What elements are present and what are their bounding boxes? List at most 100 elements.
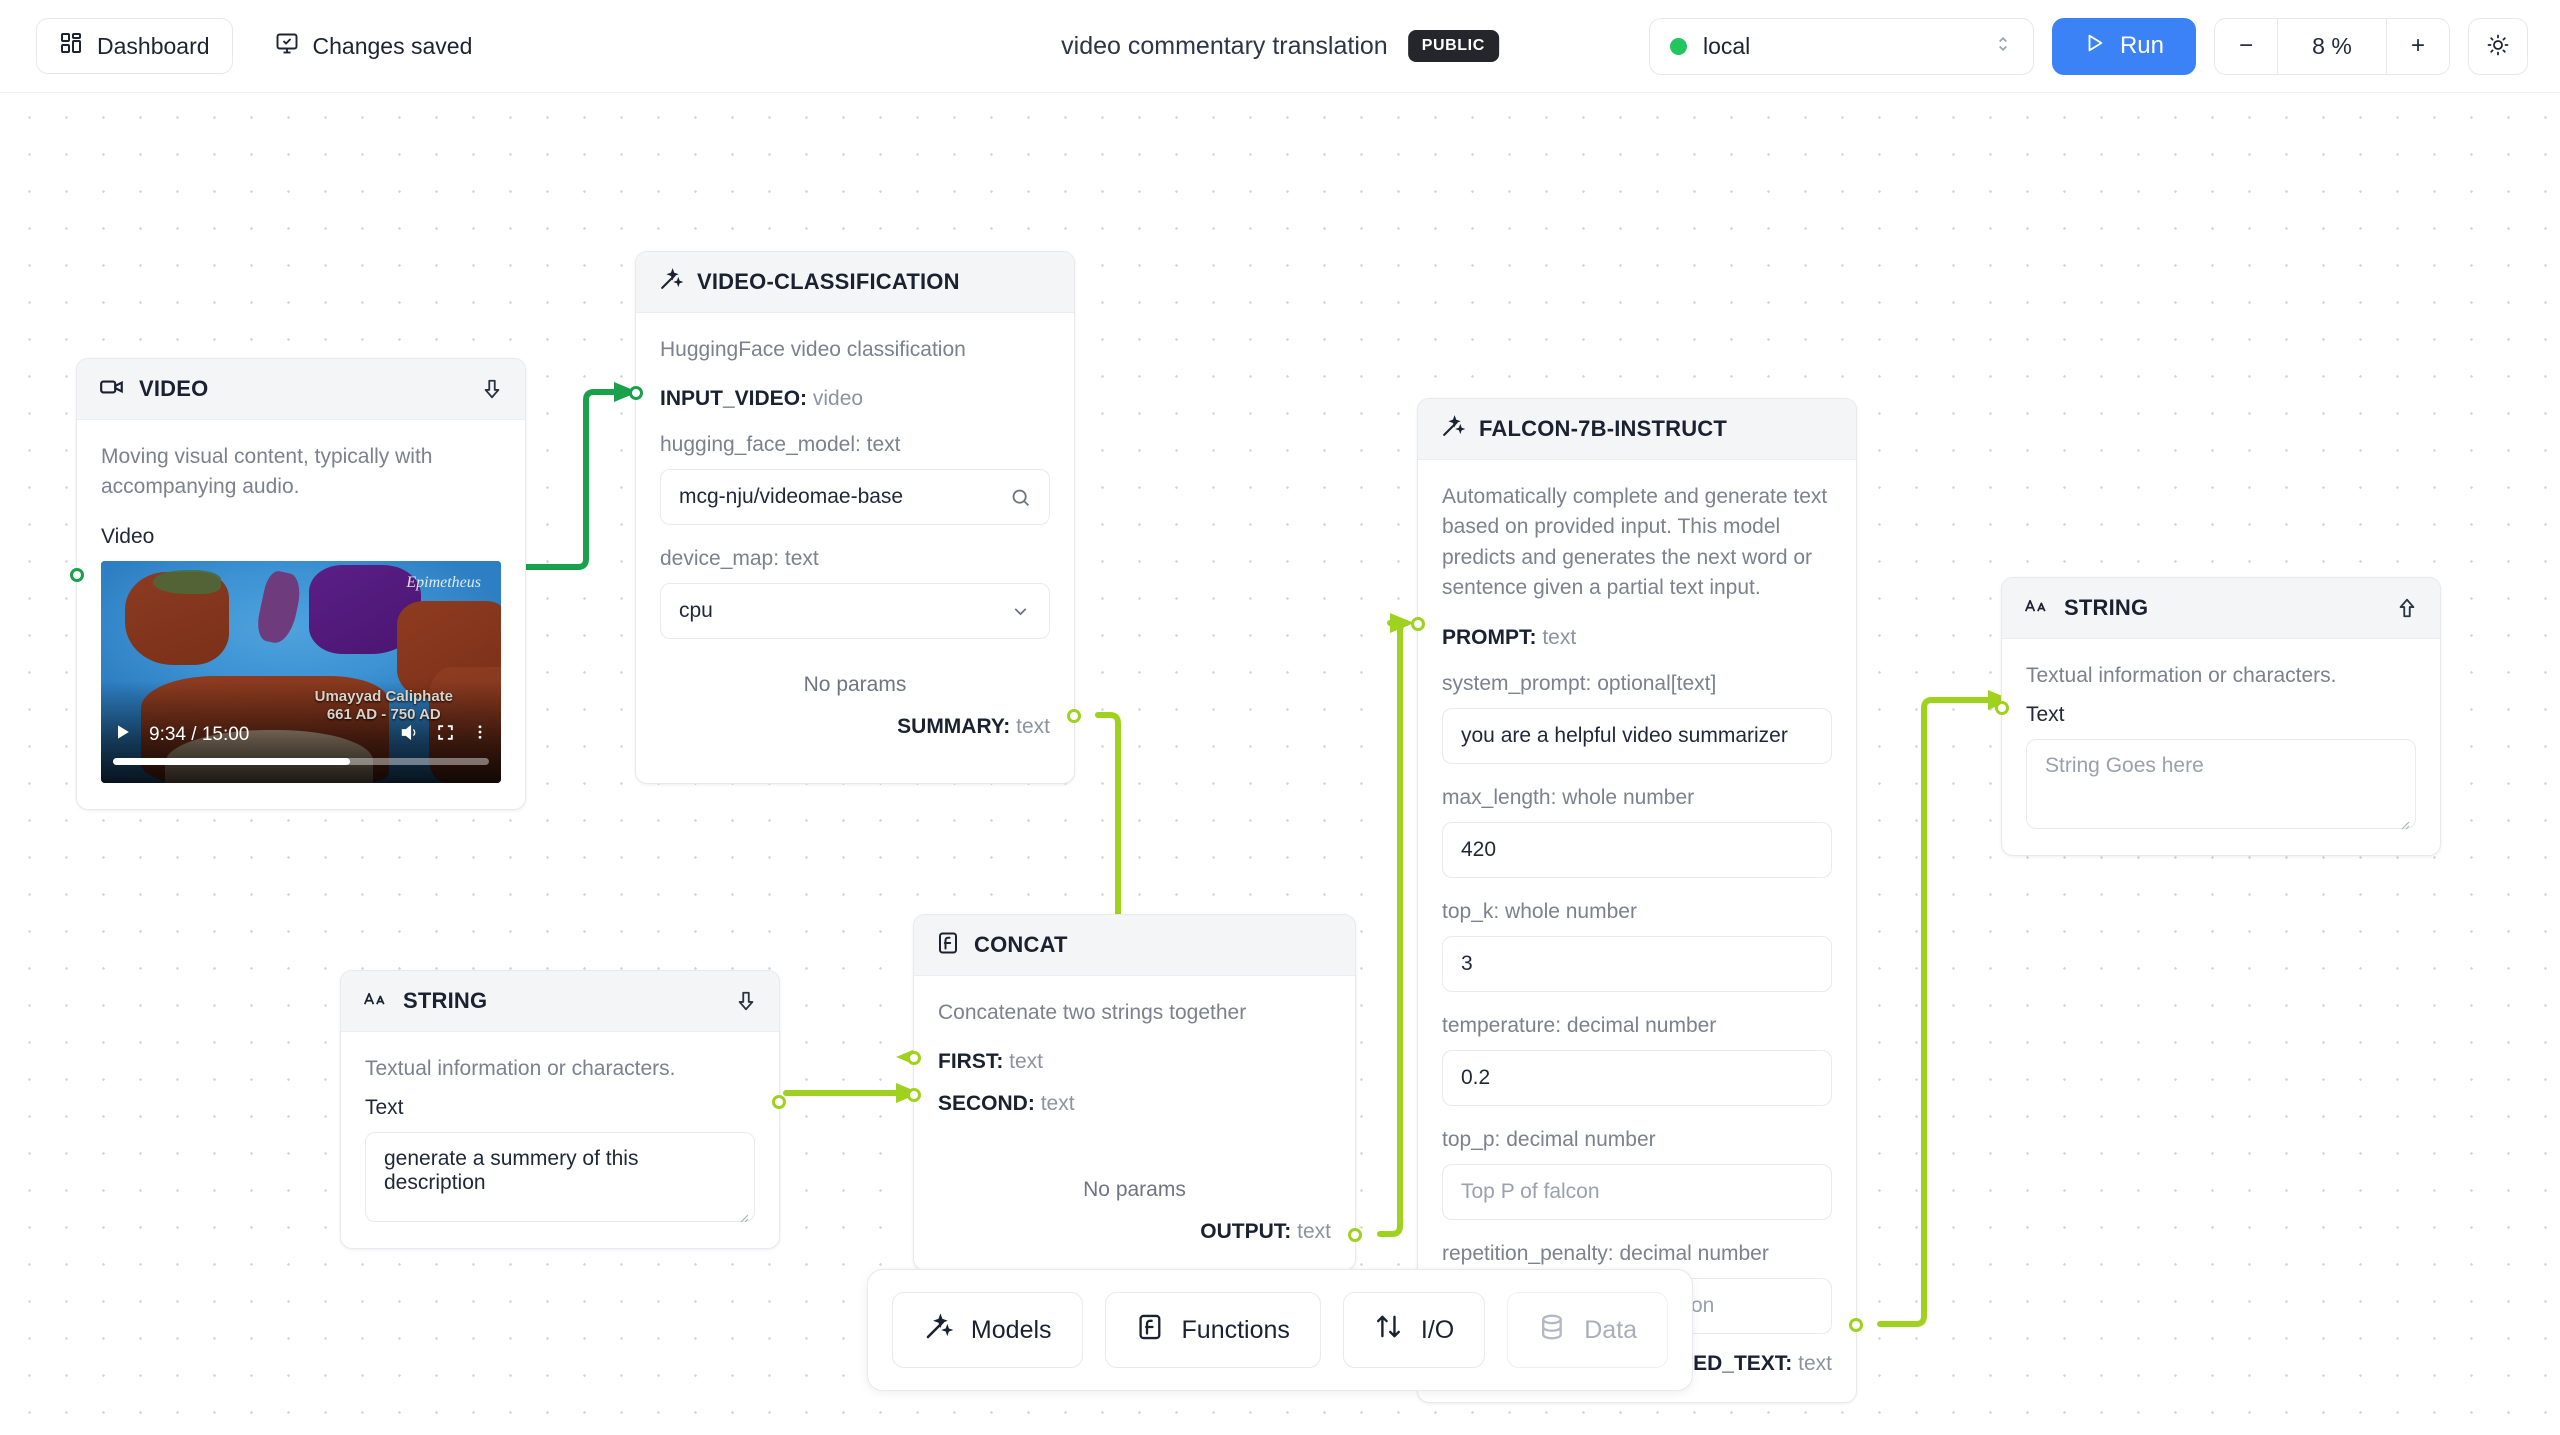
node-string-right-title: STRING — [2064, 595, 2149, 620]
port-row-second: SECOND: text — [938, 1092, 1331, 1116]
fullscreen-icon[interactable] — [436, 723, 455, 747]
video-classification-no-params: No params — [803, 673, 907, 697]
status-dot-icon — [1669, 37, 1687, 55]
string-left-textarea[interactable]: generate a summery of this description — [365, 1132, 755, 1223]
play-icon[interactable] — [113, 722, 133, 747]
port-dot-input-video[interactable] — [629, 386, 643, 400]
visibility-badge[interactable]: PUBLIC — [1407, 30, 1499, 62]
kebab-menu-icon[interactable] — [471, 723, 489, 746]
device-map-value: cpu — [679, 599, 713, 623]
port-prompt-type: text — [1542, 625, 1577, 649]
node-string-left-header[interactable]: STRING — [341, 971, 779, 1032]
node-falcon-header[interactable]: FALCON-7B-INSTRUCT — [1418, 399, 1856, 460]
speaker-icon[interactable] — [399, 722, 420, 748]
port-row-output: OUTPUT: text — [938, 1220, 1331, 1244]
resize-grip-icon[interactable] — [2398, 812, 2410, 830]
hugging-face-model-input[interactable]: mcg-nju/videomae-base — [660, 469, 1050, 526]
node-concat-header[interactable]: CONCAT — [914, 915, 1355, 976]
edge-concat-to-falcon-prompt — [1377, 620, 1409, 1237]
io-label: I/O — [1420, 1315, 1455, 1344]
functions-button[interactable]: Functions — [1104, 1292, 1321, 1368]
arrow-up-icon[interactable] — [2396, 597, 2418, 619]
theme-toggle-button[interactable] — [2468, 17, 2528, 75]
node-string-right-header[interactable]: STRING — [2002, 578, 2440, 639]
system-prompt-input[interactable]: you are a helpful video summarizer — [1442, 707, 1832, 764]
grid-icon — [59, 31, 83, 61]
node-falcon-7b-instruct[interactable]: FALCON-7B-INSTRUCT Automatically complet… — [1411, 398, 1863, 1403]
node-video-header[interactable]: VIDEO — [77, 359, 525, 420]
chevron-down-icon[interactable] — [1010, 601, 1031, 622]
port-first-name: FIRST: — [938, 1050, 1004, 1074]
port-dot-output[interactable] — [1348, 1228, 1362, 1242]
workflow-canvas[interactable]: VIDEO Moving visual content, typically w… — [0, 93, 2560, 1435]
function-icon — [1136, 1313, 1164, 1348]
port-dot-generated-text[interactable] — [1849, 1318, 1863, 1332]
port-row-input-video: INPUT_VIDEO: video — [660, 387, 1050, 411]
dashboard-button[interactable]: Dashboard — [36, 18, 233, 74]
video-player[interactable]: Epimetheus Umayyad Caliphate 661 AD - 75… — [101, 560, 501, 783]
concat-no-params: No params — [1083, 1178, 1186, 1202]
port-dot-string-left-output[interactable] — [772, 1095, 786, 1109]
node-falcon-description: Automatically complete and generate text… — [1442, 485, 1828, 600]
node-string-left[interactable]: STRING Textual information or characters… — [340, 970, 786, 1250]
port-dot-summary[interactable] — [1067, 709, 1081, 723]
node-video-classification[interactable]: VIDEO-CLASSIFICATION HuggingFace video c… — [629, 251, 1081, 785]
device-map-select[interactable]: cpu — [660, 583, 1050, 640]
port-video-output[interactable] — [70, 568, 84, 582]
io-button[interactable]: I/O — [1342, 1292, 1486, 1368]
video-camera-icon — [99, 374, 125, 405]
video-time-display: 9:34 / 15:00 — [149, 723, 250, 745]
node-video[interactable]: VIDEO Moving visual content, typically w… — [70, 358, 526, 810]
top-bar: Dashboard Changes saved video commentary… — [0, 0, 2560, 93]
top-p-placeholder: Top P of falcon — [1461, 1179, 1600, 1203]
play-icon — [2084, 32, 2106, 61]
dashboard-label: Dashboard — [97, 32, 210, 59]
magic-wand-icon — [658, 267, 684, 297]
port-summary-type: text — [1016, 715, 1050, 739]
node-video-classification-title: VIDEO-CLASSIFICATION — [697, 269, 960, 294]
arrow-down-icon[interactable] — [481, 378, 503, 400]
max-length-input[interactable]: 420 — [1442, 821, 1832, 878]
zoom-in-button[interactable]: + — [2387, 18, 2449, 74]
node-string-left-description: Textual information or characters. — [365, 1057, 676, 1080]
search-icon[interactable] — [1010, 487, 1031, 508]
node-string-right-description: Textual information or characters. — [2026, 664, 2337, 687]
node-string-right-body: Textual information or characters. Text … — [2002, 639, 2440, 855]
node-concat[interactable]: CONCAT Concatenate two strings together … — [907, 914, 1362, 1272]
edge-video-to-classification — [522, 389, 621, 570]
top-k-input[interactable]: 3 — [1442, 935, 1832, 992]
node-concat-title: CONCAT — [974, 932, 1068, 957]
field-label-temperature: temperature: decimal number — [1442, 1013, 1717, 1037]
node-string-right[interactable]: STRING Textual information or characters… — [1995, 577, 2441, 857]
video-progress-bar[interactable] — [113, 757, 489, 765]
port-dot-string-right-input[interactable] — [1995, 701, 2009, 715]
top-p-input[interactable]: Top P of falcon — [1442, 1163, 1832, 1220]
aa-icon — [363, 990, 389, 1013]
port-dot-second[interactable] — [907, 1088, 921, 1102]
node-video-classification-header[interactable]: VIDEO-CLASSIFICATION — [636, 252, 1074, 313]
port-input-video-name: INPUT_VIDEO: — [660, 387, 808, 411]
temperature-input[interactable]: 0.2 — [1442, 1049, 1832, 1106]
edge-falcon-to-string-right — [1877, 697, 1995, 1327]
port-output-type: text — [1297, 1220, 1331, 1244]
arrow-down-icon[interactable] — [735, 990, 757, 1012]
environment-select[interactable]: local — [1648, 17, 2034, 75]
port-row-prompt: PROMPT: text — [1442, 626, 1832, 650]
zoom-out-button[interactable]: − — [2215, 18, 2277, 74]
node-string-left-title: STRING — [403, 988, 488, 1013]
video-controls[interactable]: 9:34 / 15:00 — [101, 712, 501, 783]
video-controls-row: 9:34 / 15:00 — [113, 712, 489, 758]
video-field-label: Video — [101, 524, 155, 548]
string-right-textarea[interactable]: String Goes here — [2026, 739, 2416, 830]
run-button[interactable]: Run — [2051, 17, 2196, 75]
port-row-summary: SUMMARY: text — [660, 715, 1050, 739]
zoom-level-display[interactable]: 8 % — [2277, 18, 2387, 74]
changes-saved-status: Changes saved — [275, 31, 472, 61]
port-dot-prompt[interactable] — [1411, 617, 1425, 631]
node-video-classification-body: HuggingFace video classification INPUT_V… — [636, 313, 1074, 783]
environment-value: local — [1702, 32, 1751, 59]
models-button[interactable]: Models — [891, 1292, 1083, 1368]
port-dot-first[interactable] — [907, 1051, 921, 1065]
resize-grip-icon[interactable] — [737, 1205, 749, 1223]
data-button[interactable]: Data — [1507, 1292, 1669, 1368]
